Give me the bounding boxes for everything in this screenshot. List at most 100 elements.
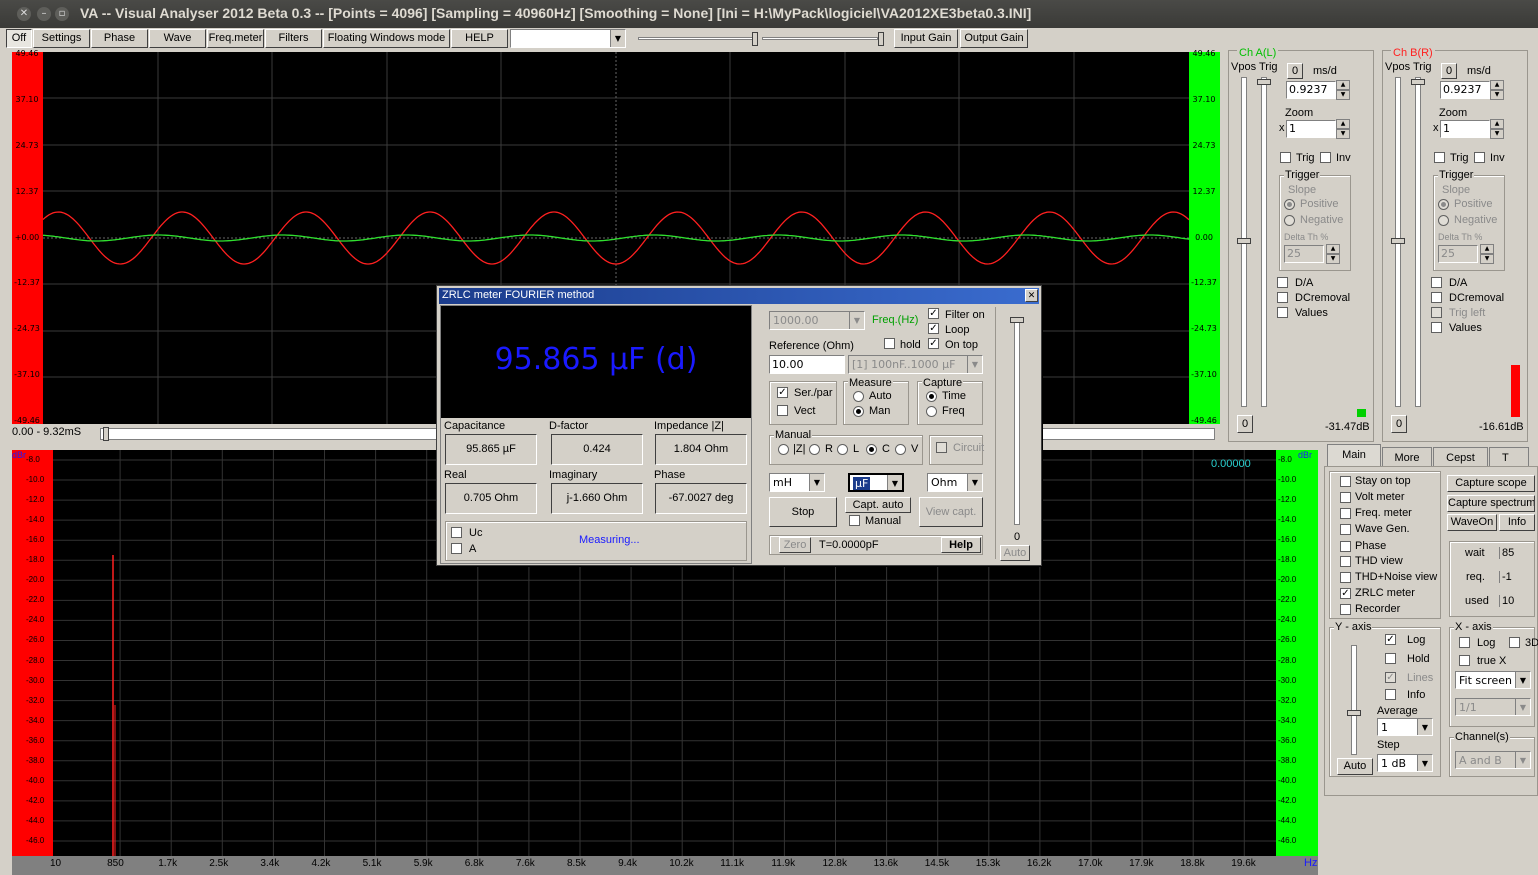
- hold-zrlc-checkbox[interactable]: [884, 338, 895, 349]
- capture-spectrum-button[interactable]: Capture spectrum: [1447, 495, 1535, 512]
- zoom-b-spin[interactable]: ▲ ▼: [1490, 119, 1504, 139]
- waveon-button[interactable]: WaveOn: [1447, 514, 1497, 531]
- input-gain-button[interactable]: Input Gain: [894, 29, 958, 48]
- ms-div-b-spin[interactable]: ▲ ▼: [1490, 80, 1504, 100]
- zoom-b-field[interactable]: 1: [1440, 120, 1490, 138]
- hold-checkbox[interactable]: [1385, 653, 1396, 664]
- capt-auto-button[interactable]: Capt. auto: [845, 497, 911, 513]
- log-x-checkbox[interactable]: [1459, 637, 1470, 648]
- capture-freq-radio[interactable]: [926, 406, 937, 417]
- values-b-checkbox[interactable]: [1431, 322, 1442, 333]
- zrlc-vertical-slider[interactable]: [1014, 317, 1020, 525]
- unit-r-select[interactable]: Ohm ▼: [927, 473, 983, 492]
- zoom-a-spin[interactable]: ▲ ▼: [1336, 119, 1350, 139]
- input-gain-slider-thumb[interactable]: [752, 32, 758, 46]
- range-select[interactable]: [1] 100nF..1000 µF ▼: [848, 355, 983, 374]
- freq-meter-button[interactable]: Freq.meter: [207, 29, 264, 48]
- freq-meter-checkbox[interactable]: [1340, 508, 1351, 519]
- trig-b-checkbox[interactable]: [1434, 152, 1445, 163]
- freq-select[interactable]: 1000.00 ▼: [769, 311, 865, 330]
- 3d-checkbox[interactable]: [1509, 637, 1520, 648]
- y-auto-button[interactable]: Auto: [1337, 758, 1373, 775]
- output-gain-slider-thumb[interactable]: [878, 32, 884, 46]
- trig-a-thumb[interactable]: [1257, 79, 1271, 85]
- vpos-b-thumb[interactable]: [1391, 238, 1405, 244]
- help-button[interactable]: HELP: [451, 29, 508, 48]
- loop-checkbox[interactable]: ✓: [928, 323, 939, 334]
- log-y-checkbox[interactable]: ✓: [1385, 634, 1396, 645]
- tab-more[interactable]: More: [1382, 447, 1432, 467]
- ms-div-b-field[interactable]: 0.9237: [1440, 81, 1490, 99]
- ms-zero-b-button[interactable]: 0: [1441, 63, 1457, 79]
- y-axis-slider[interactable]: [1351, 645, 1357, 755]
- volt-meter-checkbox[interactable]: [1340, 492, 1351, 503]
- manual-l-radio[interactable]: [837, 444, 848, 455]
- uc-checkbox[interactable]: [451, 527, 462, 538]
- delta-b-spin[interactable]: ▲ ▼: [1480, 244, 1494, 264]
- filters-button[interactable]: Filters: [265, 29, 322, 48]
- measure-man-radio[interactable]: [853, 406, 864, 417]
- manual-r-radio[interactable]: [809, 444, 820, 455]
- zero-button[interactable]: Zero: [779, 537, 811, 553]
- info-y-checkbox[interactable]: [1385, 689, 1396, 700]
- toolbar-combo[interactable]: ▼: [510, 29, 626, 48]
- manual-z-radio[interactable]: [778, 444, 789, 455]
- delta-b-field[interactable]: 25: [1438, 245, 1478, 263]
- stay-on-top-checkbox[interactable]: [1340, 476, 1351, 487]
- a-checkbox[interactable]: [451, 543, 462, 554]
- negative-a-radio[interactable]: [1284, 215, 1295, 226]
- phase-checkbox[interactable]: [1340, 541, 1351, 552]
- ms-zero-a-button[interactable]: 0: [1287, 63, 1303, 79]
- thd-view-checkbox[interactable]: [1340, 556, 1351, 567]
- positive-a-radio[interactable]: [1284, 199, 1295, 210]
- zrlc-slider-thumb[interactable]: [1010, 317, 1024, 323]
- stop-button[interactable]: Stop: [769, 497, 837, 527]
- zrlc-titlebar[interactable]: ZRLC meter FOURIER method ✕: [439, 288, 1039, 304]
- dcremoval-a-checkbox[interactable]: [1277, 292, 1288, 303]
- average-select[interactable]: 1 ▼: [1377, 718, 1433, 736]
- manual-v-radio[interactable]: [895, 444, 906, 455]
- lines-checkbox[interactable]: ✓: [1385, 672, 1396, 683]
- inv-b-checkbox[interactable]: [1474, 152, 1485, 163]
- wave-gen-checkbox[interactable]: [1340, 524, 1351, 535]
- minimize-icon[interactable]: –: [37, 7, 51, 21]
- settings-button[interactable]: Settings: [33, 29, 90, 48]
- close-icon[interactable]: ✕: [17, 7, 31, 21]
- da-a-checkbox[interactable]: [1277, 277, 1288, 288]
- help-zrlc-button[interactable]: Help: [941, 537, 981, 553]
- values-a-checkbox[interactable]: [1277, 307, 1288, 318]
- circuit-checkbox[interactable]: [936, 442, 947, 453]
- capture-scope-button[interactable]: Capture scope: [1447, 475, 1535, 492]
- unit-l-select[interactable]: mH ▼: [769, 473, 825, 492]
- true-x-checkbox[interactable]: [1459, 655, 1470, 666]
- tab-cepst[interactable]: Cepst: [1433, 447, 1488, 467]
- dcremoval-b-checkbox[interactable]: [1431, 292, 1442, 303]
- zrlc-meter-checkbox[interactable]: ✓: [1340, 588, 1351, 599]
- trig-left-b-checkbox[interactable]: [1431, 307, 1442, 318]
- inv-a-checkbox[interactable]: [1320, 152, 1331, 163]
- vpos-a-thumb[interactable]: [1237, 238, 1251, 244]
- filter-on-checkbox[interactable]: ✓: [928, 308, 939, 319]
- channels-select[interactable]: A and B ▼: [1455, 751, 1531, 769]
- ms-div-a-spin[interactable]: ▲ ▼: [1336, 80, 1350, 100]
- capture-time-radio[interactable]: [926, 391, 937, 402]
- maximize-icon[interactable]: ▫: [55, 7, 69, 21]
- bottom-zero-b-button[interactable]: 0: [1391, 415, 1407, 433]
- manual-c-radio[interactable]: [866, 444, 877, 455]
- measure-auto-radio[interactable]: [853, 391, 864, 402]
- da-b-checkbox[interactable]: [1431, 277, 1442, 288]
- serpar-checkbox[interactable]: ✓: [777, 387, 788, 398]
- reference-field[interactable]: 10.00: [769, 355, 845, 374]
- gain-sliders[interactable]: [634, 32, 884, 46]
- floating-windows-button[interactable]: Floating Windows mode: [323, 29, 450, 48]
- view-capt-button[interactable]: View capt.: [919, 497, 983, 527]
- trig-b-slider[interactable]: [1415, 77, 1421, 407]
- info-button[interactable]: Info: [1499, 514, 1535, 531]
- fit-screen-select[interactable]: Fit screen ▼: [1455, 671, 1531, 689]
- zrlc-auto-button[interactable]: Auto: [1000, 545, 1030, 561]
- delta-a-field[interactable]: 25: [1284, 245, 1324, 263]
- bottom-zero-a-button[interactable]: 0: [1237, 415, 1253, 433]
- positive-b-radio[interactable]: [1438, 199, 1449, 210]
- off-button[interactable]: Off: [6, 29, 32, 48]
- thd-noise-view-checkbox[interactable]: [1340, 572, 1351, 583]
